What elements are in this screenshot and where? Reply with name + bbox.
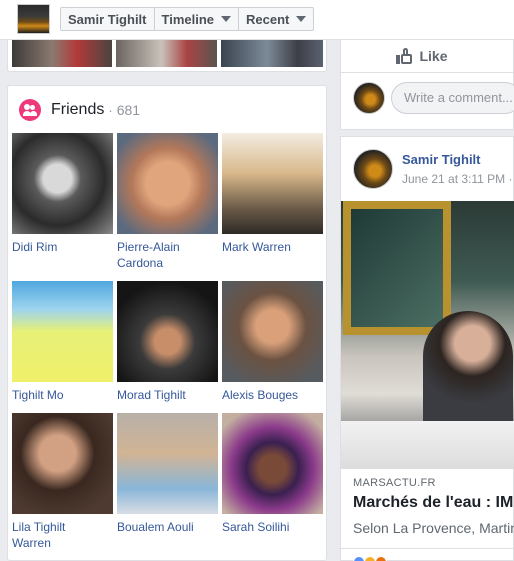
photo-thumbnail[interactable] — [12, 40, 112, 67]
friends-count[interactable]: 681 — [117, 102, 140, 118]
friend-photo[interactable] — [12, 413, 113, 514]
friend-tile[interactable]: Mark Warren — [222, 133, 323, 255]
friends-icon — [19, 99, 41, 121]
friend-name[interactable]: Lila Tighilt Warren — [12, 519, 92, 551]
post-time-text: June 21 at 3:11 PM · — [402, 172, 513, 186]
chevron-down-icon — [296, 16, 307, 22]
chevron-down-icon — [221, 16, 232, 22]
recent-label: Recent — [246, 11, 290, 27]
friend-name[interactable]: Morad Tighilt — [117, 387, 218, 403]
friend-photo[interactable] — [117, 281, 218, 382]
friend-photo[interactable] — [222, 413, 323, 514]
friends-separator: · — [108, 102, 113, 118]
friend-photo[interactable] — [12, 281, 113, 382]
friend-tile[interactable]: Tighilt Mo — [12, 281, 113, 403]
friend-tile[interactable]: Sarah Soilihi — [222, 413, 323, 535]
recent-dropdown[interactable]: Recent — [239, 8, 313, 30]
like-label: Like — [419, 48, 448, 64]
friend-tile[interactable]: Lila Tighilt Warren — [12, 413, 113, 551]
friend-name[interactable]: Alexis Bouges — [222, 387, 323, 403]
friend-photo[interactable] — [117, 413, 218, 514]
friend-name[interactable]: Mark Warren — [222, 239, 323, 255]
avatar[interactable] — [353, 82, 385, 114]
friends-title[interactable]: Friends — [51, 101, 104, 119]
friend-name[interactable]: Tighilt Mo — [12, 387, 113, 403]
post-author[interactable]: Samir Tighilt — [402, 152, 481, 167]
comment-composer: Write a comment... — [353, 82, 514, 114]
timeline-label: Timeline — [161, 11, 215, 27]
photo-thumbnail[interactable] — [116, 40, 217, 67]
link-title[interactable]: Marchés de l'eau : IM — [353, 494, 513, 512]
friend-name[interactable]: Didi Rim — [12, 239, 113, 255]
link-preview-image[interactable] — [341, 201, 514, 469]
friend-photo[interactable] — [12, 133, 113, 234]
link-description: Selon La Provence, Martin — [353, 520, 514, 536]
friends-card: Friends · 681 Didi Rim Pierre-Alain Card… — [7, 85, 327, 561]
timeline-nav: Samir Tighilt Timeline Recent — [60, 7, 315, 31]
like-button[interactable]: Like — [341, 40, 514, 73]
friends-header: Friends · 681 — [19, 99, 140, 121]
friend-name[interactable]: Sarah Soilihi — [222, 519, 323, 535]
photo-thumbnail[interactable] — [221, 40, 323, 67]
friend-tile[interactable]: Alexis Bouges — [222, 281, 323, 403]
wow-reaction-icon[interactable] — [375, 556, 387, 561]
profile-name-label: Samir Tighilt — [68, 11, 147, 27]
friend-photo[interactable] — [222, 133, 323, 234]
link-source: MARSACTU.FR — [353, 477, 436, 489]
timeline-dropdown[interactable]: Timeline — [155, 8, 240, 30]
avatar[interactable] — [353, 149, 393, 189]
divider — [341, 548, 514, 549]
timeline-sticky-header: Samir Tighilt Timeline Recent — [0, 0, 514, 40]
friend-name[interactable]: Pierre-Alain Cardona — [117, 239, 218, 271]
friend-photo[interactable] — [117, 133, 218, 234]
friend-photo[interactable] — [222, 281, 323, 382]
friend-name[interactable]: Boualem Aouli — [117, 519, 218, 535]
profile-thumbnail[interactable] — [17, 4, 50, 34]
comment-input[interactable]: Write a comment... — [391, 82, 514, 114]
friend-tile[interactable]: Morad Tighilt — [117, 281, 218, 403]
profile-name-button[interactable]: Samir Tighilt — [61, 8, 155, 30]
feed-post: Samir Tighilt June 21 at 3:11 PM · MARSA… — [340, 136, 514, 561]
friend-tile[interactable]: Pierre-Alain Cardona — [117, 133, 218, 271]
friend-tile[interactable]: Didi Rim — [12, 133, 113, 255]
friend-tile[interactable]: Boualem Aouli — [117, 413, 218, 535]
photos-card — [7, 40, 327, 72]
thumbs-up-icon — [396, 48, 413, 64]
post-timestamp[interactable]: June 21 at 3:11 PM · — [402, 172, 514, 186]
post-actions-card: Like Write a comment... — [340, 40, 514, 130]
